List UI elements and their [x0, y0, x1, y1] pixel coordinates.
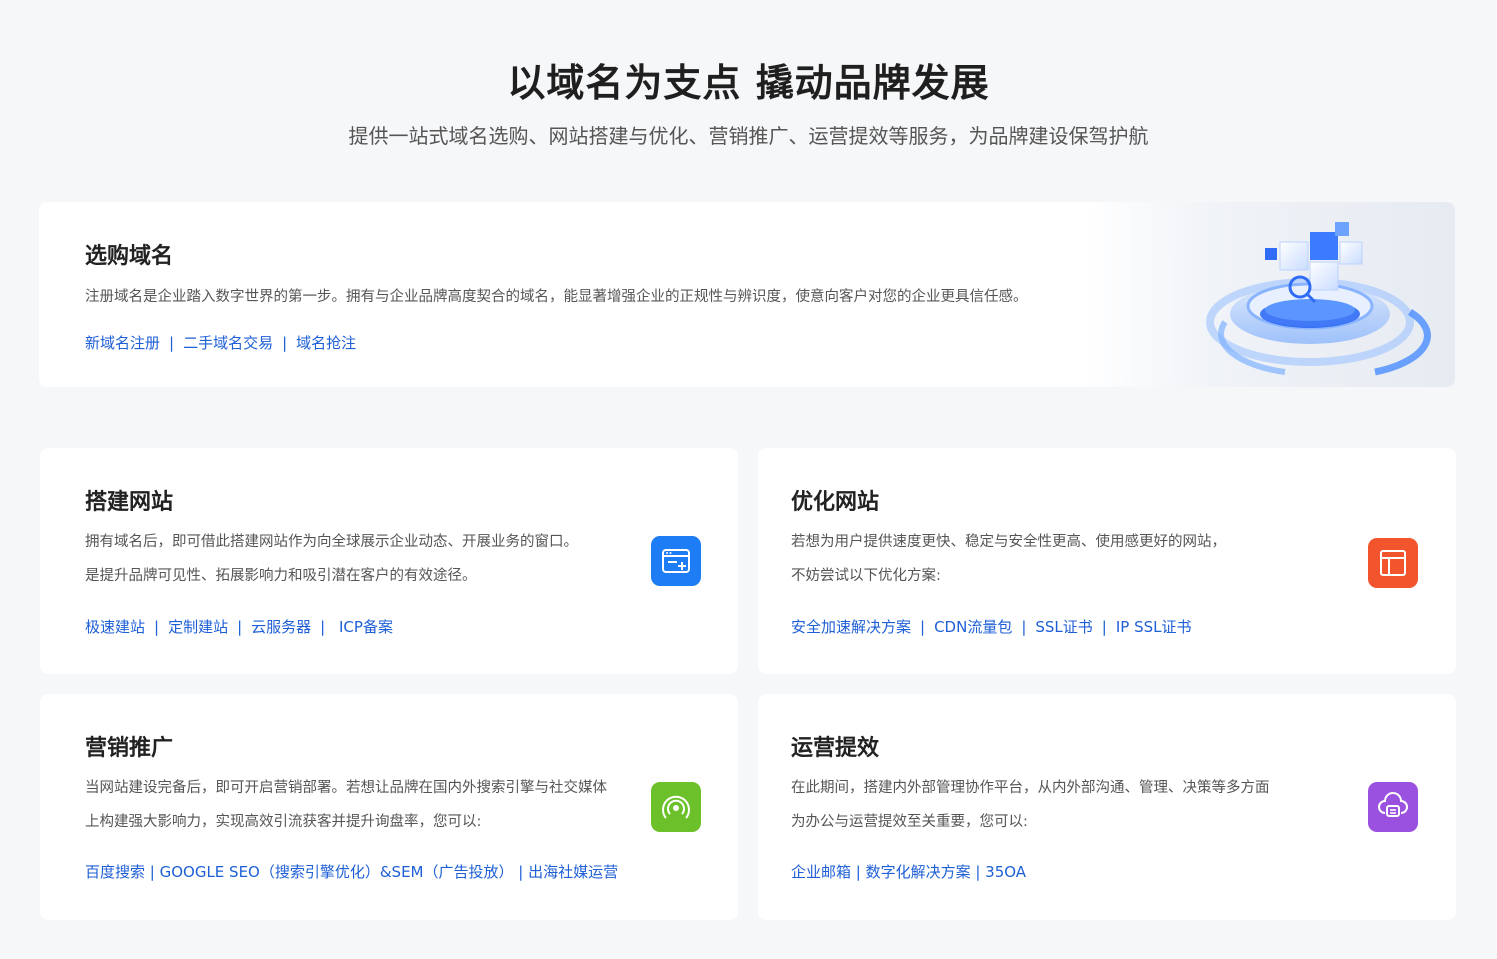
- card-title: 搭建网站: [85, 490, 174, 515]
- cube-platform-illustration: [1206, 222, 1431, 376]
- separator: |: [154, 618, 160, 636]
- card-title: 选购域名: [85, 244, 174, 269]
- link-security-acceleration[interactable]: 安全加速解决方案: [791, 618, 911, 636]
- separator: |: [320, 618, 326, 636]
- separator: |: [920, 618, 926, 636]
- browser-add-icon: [651, 536, 701, 586]
- link-ssl[interactable]: SSL证书: [1035, 618, 1092, 636]
- card-description-line-2: 是提升品牌可见性、拓展影响力和吸引潜在客户的有效途径。: [85, 568, 477, 584]
- card-title: 营销推广: [85, 736, 174, 761]
- signal-icon: [651, 782, 701, 832]
- link-ip-ssl[interactable]: IP SSL证书: [1116, 618, 1192, 636]
- operations-links-text[interactable]: 企业邮箱 | 数字化解决方案 | 35OA: [791, 863, 1026, 881]
- card-title: 优化网站: [791, 490, 880, 515]
- build-links: 极速建站 | 定制建站 | 云服务器 | ICP备案: [85, 616, 393, 637]
- link-cloud-server[interactable]: 云服务器: [251, 618, 311, 636]
- marketing-card: 营销推广 当网站建设完备后，即可开启营销部署。若想让品牌在国内外搜索引擎与社交媒…: [40, 694, 738, 920]
- operations-links: 企业邮箱 | 数字化解决方案 | 35OA: [791, 861, 1026, 882]
- link-cdn-traffic[interactable]: CDN流量包: [934, 618, 1012, 636]
- card-description-line-2: 为办公与运营提效至关重要，您可以:: [791, 814, 1028, 830]
- separator: |: [282, 334, 288, 352]
- marketing-links-text[interactable]: 百度搜索 | GOOGLE SEO（搜索引擎优化）&SEM（广告投放） | 出海…: [85, 863, 618, 881]
- separator: |: [237, 618, 243, 636]
- domain-links: 新域名注册 | 二手域名交易 | 域名抢注: [85, 332, 356, 353]
- card-description-line-1: 在此期间，搭建内外部管理协作平台，从内外部沟通、管理、决策等多方面: [791, 780, 1270, 796]
- build-card: 搭建网站 拥有域名后，即可借此搭建网站作为向全球展示企业动态、开展业务的窗口。 …: [40, 448, 738, 674]
- optimize-links: 安全加速解决方案 | CDN流量包 | SSL证书 | IP SSL证书: [791, 616, 1192, 637]
- cloud-server-icon: [1368, 782, 1418, 832]
- card-description-line-2: 不妨尝试以下优化方案:: [791, 568, 941, 584]
- link-second-hand-domain[interactable]: 二手域名交易: [183, 334, 273, 352]
- card-description-line-2: 上构建强大影响力，实现高效引流获客并提升询盘率，您可以:: [85, 814, 482, 830]
- marketing-links: 百度搜索 | GOOGLE SEO（搜索引擎优化）&SEM（广告投放） | 出海…: [85, 861, 618, 882]
- separator: |: [1021, 618, 1027, 636]
- separator: |: [1101, 618, 1107, 636]
- layout-icon: [1368, 538, 1418, 588]
- card-title: 运营提效: [791, 736, 880, 761]
- card-description-line-1: 若想为用户提供速度更快、稳定与安全性更高、使用感更好的网站，: [791, 534, 1226, 550]
- domain-illustration: [1085, 202, 1455, 387]
- link-custom-build[interactable]: 定制建站: [168, 618, 228, 636]
- operations-card: 运营提效 在此期间，搭建内外部管理协作平台，从内外部沟通、管理、决策等多方面 为…: [758, 694, 1456, 920]
- card-description-line-1: 拥有域名后，即可借此搭建网站作为向全球展示企业动态、开展业务的窗口。: [85, 534, 578, 550]
- card-description: 注册域名是企业踏入数字世界的第一步。拥有与企业品牌高度契合的域名，能显著增强企业…: [85, 289, 1028, 305]
- hero-title: 以域名为支点 撬动品牌发展: [507, 61, 990, 105]
- card-description-line-1: 当网站建设完备后，即可开启营销部署。若想让品牌在国内外搜索引擎与社交媒体: [85, 780, 607, 796]
- hero-subtitle: 提供一站式域名选购、网站搭建与优化、营销推广、运营提效等服务，为品牌建设保驾护航: [348, 124, 1149, 148]
- link-new-domain[interactable]: 新域名注册: [85, 334, 160, 352]
- link-domain-backorder[interactable]: 域名抢注: [296, 334, 356, 352]
- link-fast-build[interactable]: 极速建站: [85, 618, 145, 636]
- link-icp[interactable]: ICP备案: [334, 618, 393, 636]
- separator: |: [169, 334, 175, 352]
- domain-card: 选购域名 注册域名是企业踏入数字世界的第一步。拥有与企业品牌高度契合的域名，能显…: [39, 202, 1455, 387]
- optimize-card: 优化网站 若想为用户提供速度更快、稳定与安全性更高、使用感更好的网站， 不妨尝试…: [758, 448, 1456, 674]
